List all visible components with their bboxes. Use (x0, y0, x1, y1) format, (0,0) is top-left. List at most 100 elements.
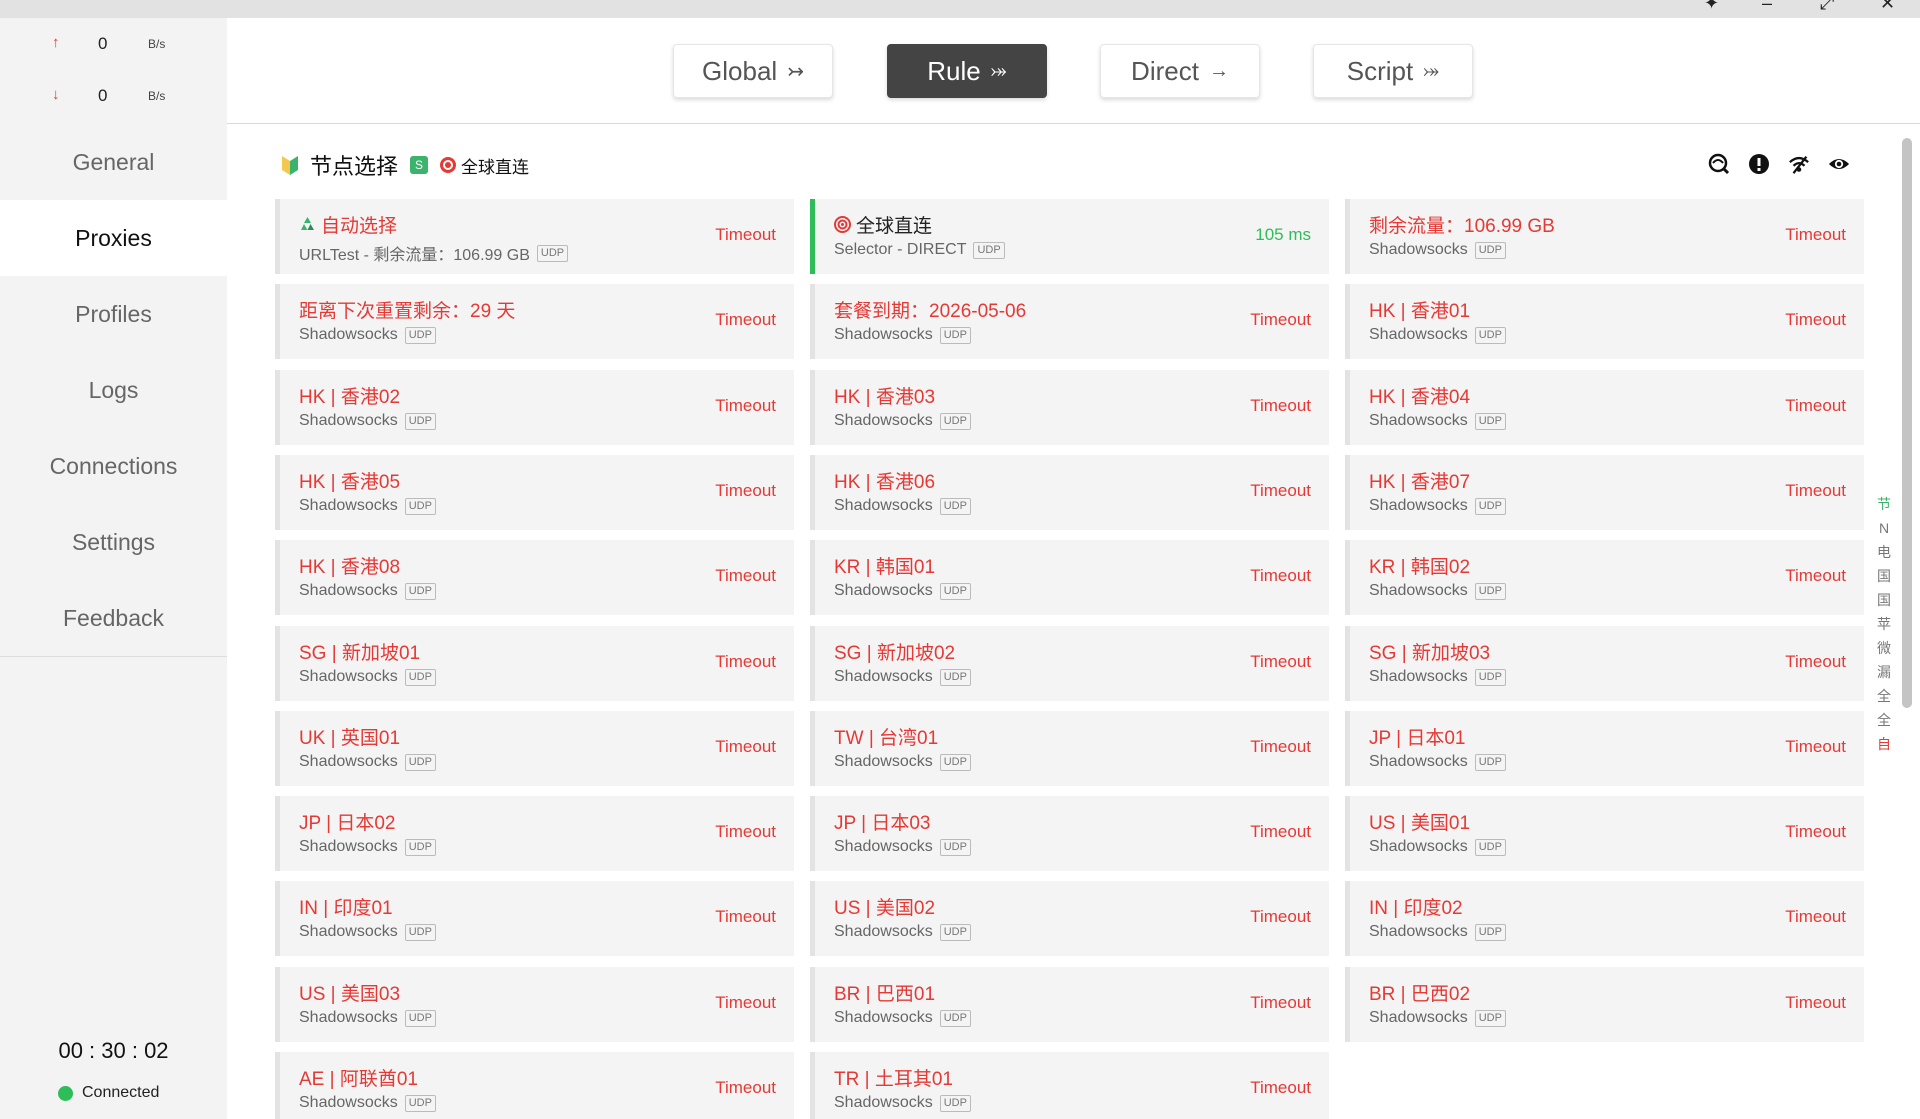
nav-item-general[interactable]: General (0, 124, 227, 200)
proxy-latency[interactable]: Timeout (715, 737, 776, 757)
proxy-latency[interactable]: Timeout (1250, 310, 1311, 330)
alpha-index-item[interactable]: 全 (1876, 684, 1892, 708)
proxy-latency[interactable]: Timeout (715, 566, 776, 586)
proxy-card[interactable]: TW | 台湾01 Shadowsocks UDP Timeout (810, 711, 1329, 786)
alert-icon[interactable] (1748, 153, 1770, 175)
proxy-card[interactable]: UK | 英国01 Shadowsocks UDP Timeout (275, 711, 794, 786)
proxy-latency[interactable]: Timeout (715, 993, 776, 1013)
proxy-card[interactable]: SG | 新加坡01 Shadowsocks UDP Timeout (275, 626, 794, 701)
proxy-card[interactable]: US | 美国01 Shadowsocks UDP Timeout (1345, 796, 1864, 871)
wifi-icon[interactable] (1788, 153, 1810, 175)
minimize-icon[interactable]: – (1762, 0, 1772, 12)
alpha-index-item[interactable]: 漏 (1876, 660, 1892, 684)
proxy-card[interactable]: JP | 日本03 Shadowsocks UDP Timeout (810, 796, 1329, 871)
nav-item-settings[interactable]: Settings (0, 504, 227, 580)
proxy-card[interactable]: IN | 印度01 Shadowsocks UDP Timeout (275, 881, 794, 956)
alpha-index-item[interactable]: 全 (1876, 708, 1892, 732)
proxy-latency[interactable]: Timeout (1250, 481, 1311, 501)
mode-script-button[interactable]: Script ⤖ (1313, 44, 1473, 98)
alpha-index-item[interactable]: N (1876, 516, 1892, 540)
eye-icon[interactable] (1828, 153, 1850, 175)
proxy-type: Shadowsocks UDP (299, 923, 436, 941)
proxy-latency[interactable]: 105 ms (1255, 225, 1311, 245)
alpha-index-item[interactable]: 国 (1876, 588, 1892, 612)
proxy-card[interactable]: HK | 香港07 Shadowsocks UDP Timeout (1345, 455, 1864, 530)
proxy-card[interactable]: 距离下次重置剩余：29 天 Shadowsocks UDP Timeout (275, 284, 794, 359)
proxy-card[interactable]: US | 美国02 Shadowsocks UDP Timeout (810, 881, 1329, 956)
proxy-card[interactable]: HK | 香港02 Shadowsocks UDP Timeout (275, 370, 794, 445)
nav-item-profiles[interactable]: Profiles (0, 276, 227, 352)
proxy-card[interactable]: 自动选择 URLTest - 剩余流量：106.99 GB UDP Timeout (275, 199, 794, 274)
proxy-latency[interactable]: Timeout (1785, 566, 1846, 586)
proxy-card[interactable]: HK | 香港06 Shadowsocks UDP Timeout (810, 455, 1329, 530)
proxy-latency[interactable]: Timeout (1785, 993, 1846, 1013)
proxy-card[interactable]: TR | 土耳其01 Shadowsocks UDP Timeout (810, 1052, 1329, 1119)
proxy-latency[interactable]: Timeout (1785, 652, 1846, 672)
proxy-latency[interactable]: Timeout (1250, 652, 1311, 672)
proxy-latency[interactable]: Timeout (715, 1078, 776, 1098)
alpha-index-item[interactable]: 电 (1876, 540, 1892, 564)
proxy-card[interactable]: KR | 韩国01 Shadowsocks UDP Timeout (810, 540, 1329, 615)
proxy-latency[interactable]: Timeout (1250, 907, 1311, 927)
proxy-latency[interactable]: Timeout (1250, 396, 1311, 416)
proxy-card[interactable]: SG | 新加坡02 Shadowsocks UDP Timeout (810, 626, 1329, 701)
alpha-index[interactable]: 节N电国国苹微漏全全自 (1876, 492, 1892, 756)
proxy-card[interactable]: HK | 香港05 Shadowsocks UDP Timeout (275, 455, 794, 530)
proxy-latency[interactable]: Timeout (1785, 225, 1846, 245)
proxy-latency[interactable]: Timeout (1250, 566, 1311, 586)
alpha-index-item[interactable]: 苹 (1876, 612, 1892, 636)
group-header[interactable]: 节点选择 S 全球直连 (280, 150, 529, 180)
proxy-latency[interactable]: Timeout (1785, 481, 1846, 501)
mode-direct-button[interactable]: Direct → (1100, 44, 1260, 98)
connection-status[interactable]: Connected (58, 1084, 159, 1102)
proxy-latency[interactable]: Timeout (1785, 310, 1846, 330)
alpha-index-item[interactable]: 国 (1876, 564, 1892, 588)
proxy-latency[interactable]: Timeout (1250, 822, 1311, 842)
proxy-card[interactable]: HK | 香港03 Shadowsocks UDP Timeout (810, 370, 1329, 445)
proxy-latency[interactable]: Timeout (1785, 822, 1846, 842)
speedtest-icon[interactable] (1708, 153, 1730, 175)
proxy-latency[interactable]: Timeout (1785, 396, 1846, 416)
mode-rule-button[interactable]: Rule ⤖ (887, 44, 1047, 98)
proxy-card[interactable]: 剩余流量：106.99 GB Shadowsocks UDP Timeout (1345, 199, 1864, 274)
proxy-card[interactable]: BR | 巴西01 Shadowsocks UDP Timeout (810, 967, 1329, 1042)
proxy-card[interactable]: HK | 香港08 Shadowsocks UDP Timeout (275, 540, 794, 615)
proxy-card[interactable]: US | 美国03 Shadowsocks UDP Timeout (275, 967, 794, 1042)
restore-icon[interactable]: ⤢ (1820, 0, 1834, 12)
scrollbar[interactable] (1902, 138, 1912, 708)
mode-global-button[interactable]: Global ↣ (673, 44, 833, 98)
proxy-latency[interactable]: Timeout (1785, 907, 1846, 927)
alpha-index-item[interactable]: 节 (1876, 492, 1892, 516)
proxy-card[interactable]: BR | 巴西02 Shadowsocks UDP Timeout (1345, 967, 1864, 1042)
proxy-latency[interactable]: Timeout (715, 396, 776, 416)
pin-icon[interactable]: ✦ (1704, 0, 1719, 12)
proxy-card[interactable]: KR | 韩国02 Shadowsocks UDP Timeout (1345, 540, 1864, 615)
proxy-latency[interactable]: Timeout (715, 481, 776, 501)
nav-item-logs[interactable]: Logs (0, 352, 227, 428)
proxy-latency[interactable]: Timeout (1250, 1078, 1311, 1098)
proxy-latency[interactable]: Timeout (1250, 737, 1311, 757)
proxy-latency[interactable]: Timeout (715, 822, 776, 842)
proxy-card[interactable]: 套餐到期：2026-05-06 Shadowsocks UDP Timeout (810, 284, 1329, 359)
proxy-card[interactable]: JP | 日本01 Shadowsocks UDP Timeout (1345, 711, 1864, 786)
proxy-card[interactable]: IN | 印度02 Shadowsocks UDP Timeout (1345, 881, 1864, 956)
proxy-latency[interactable]: Timeout (1250, 993, 1311, 1013)
proxy-card[interactable]: AE | 阿联酋01 Shadowsocks UDP Timeout (275, 1052, 794, 1119)
nav-item-connections[interactable]: Connections (0, 428, 227, 504)
proxy-latency[interactable]: Timeout (715, 652, 776, 672)
close-icon[interactable]: ✕ (1880, 0, 1895, 12)
proxy-card[interactable]: 全球直连 Selector - DIRECT UDP 105 ms (810, 199, 1329, 274)
proxy-name-text: 距离下次重置剩余：29 天 (299, 301, 516, 322)
proxy-card[interactable]: SG | 新加坡03 Shadowsocks UDP Timeout (1345, 626, 1864, 701)
nav-item-proxies[interactable]: Proxies (0, 200, 227, 276)
proxy-card[interactable]: JP | 日本02 Shadowsocks UDP Timeout (275, 796, 794, 871)
alpha-index-item[interactable]: 微 (1876, 636, 1892, 660)
proxy-latency[interactable]: Timeout (715, 907, 776, 927)
nav-item-feedback[interactable]: Feedback (0, 580, 227, 656)
proxy-card[interactable]: HK | 香港01 Shadowsocks UDP Timeout (1345, 284, 1864, 359)
proxy-latency[interactable]: Timeout (1785, 737, 1846, 757)
proxy-card[interactable]: HK | 香港04 Shadowsocks UDP Timeout (1345, 370, 1864, 445)
alpha-index-item[interactable]: 自 (1876, 732, 1892, 756)
proxy-latency[interactable]: Timeout (715, 225, 776, 245)
proxy-latency[interactable]: Timeout (715, 310, 776, 330)
